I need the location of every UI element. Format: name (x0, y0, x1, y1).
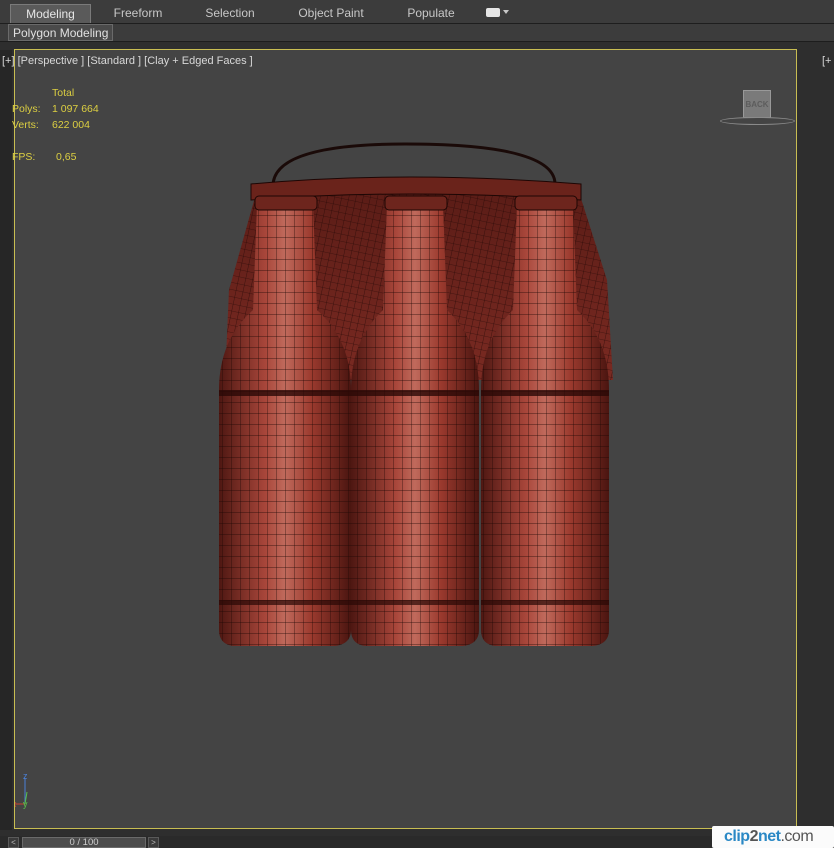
axis-gizmo: z x y (15, 771, 28, 809)
time-slider[interactable]: 0 / 100 (22, 837, 146, 848)
stats-polys-label: Polys: (12, 103, 41, 115)
chevron-down-icon (503, 10, 509, 14)
viewport-label-menu[interactable]: [+] [Perspective ] [Standard ] [Clay + E… (2, 55, 253, 67)
right-viewport-label[interactable]: [+ (822, 55, 831, 67)
time-slider-prev-button[interactable]: < (8, 837, 19, 848)
stats-verts-value: 622 004 (52, 119, 90, 131)
right-viewport[interactable]: [+ (800, 49, 834, 831)
viewcube-compass-ring[interactable] (720, 117, 795, 125)
stats-total-header: Total (52, 87, 75, 99)
axis-z-label: z (23, 771, 28, 781)
watermark-text-b: 2 (749, 828, 759, 845)
perspective-viewport[interactable]: z x y (14, 49, 797, 829)
tab-populate[interactable]: Populate (398, 4, 464, 23)
viewcube[interactable]: BACK (718, 90, 798, 130)
time-slider-next-button[interactable]: > (148, 837, 159, 848)
six-pack-bottle-model[interactable]: z x y (15, 50, 797, 829)
stats-fps-value: 0,65 (56, 151, 77, 163)
watermark-text-a: clip (724, 828, 750, 845)
viewcube-back-face[interactable]: BACK (743, 90, 771, 118)
stats-verts-label: Verts: (12, 119, 39, 131)
axis-y-label: y (23, 799, 28, 809)
tab-freeform[interactable]: Freeform (104, 4, 172, 23)
ribbon-options-dropdown[interactable] (484, 6, 510, 20)
watermark-text-c: net (757, 828, 781, 845)
chat-bubble-icon (486, 8, 500, 17)
ribbon-panel-bar: Polygon Modeling (0, 24, 834, 42)
clip2net-watermark: clip2net.com (712, 826, 834, 848)
watermark-text-d: .com (780, 828, 814, 845)
left-viewport-strip[interactable] (0, 50, 12, 830)
tab-modeling[interactable]: Modeling (10, 4, 91, 23)
stats-fps-label: FPS: (12, 151, 36, 163)
tab-selection[interactable]: Selection (196, 4, 264, 23)
stats-polys-value: 1 097 664 (52, 103, 99, 115)
tab-object-paint[interactable]: Object Paint (290, 4, 372, 23)
time-slider-bar: < 0 / 100 > (0, 836, 834, 848)
ribbon-tab-bar: Modeling Freeform Selection Object Paint… (0, 0, 834, 24)
polygon-modeling-panel-button[interactable]: Polygon Modeling (8, 24, 114, 41)
